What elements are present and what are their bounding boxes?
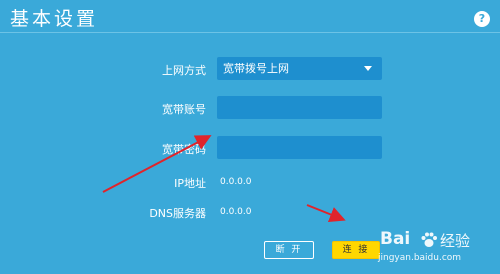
arrow-to-connect [306,204,346,222]
baidu-jingyan-watermark: Bai 经验 jingyan.baidu.com [378,229,496,271]
connection-type-value: 宽带拨号上网 [223,62,289,75]
disconnect-button[interactable]: 断 开 [264,241,314,259]
dns-label: DNS服务器 [149,207,206,220]
password-input[interactable] [217,136,382,159]
connection-type-select[interactable]: 宽带拨号上网 [217,57,382,80]
connection-type-label: 上网方式 [162,64,206,77]
connect-button[interactable]: 连 接 [332,241,380,259]
account-input[interactable] [217,96,382,119]
ip-label: IP地址 [174,177,206,190]
dns-value: 0.0.0.0 [220,207,252,217]
watermark-url: jingyan.baidu.com [378,253,462,263]
help-icon[interactable]: ? [474,11,490,27]
account-label: 宽带账号 [162,103,206,116]
watermark-jingyan: 经验 [440,232,471,250]
caret-down-icon [364,66,372,71]
paw-icon [421,232,437,247]
page-title: 基本设置 [10,8,99,30]
title-divider [0,32,500,33]
password-label: 宽带密码 [162,143,206,156]
watermark-brand: Bai [380,229,411,249]
ip-value: 0.0.0.0 [220,177,252,187]
